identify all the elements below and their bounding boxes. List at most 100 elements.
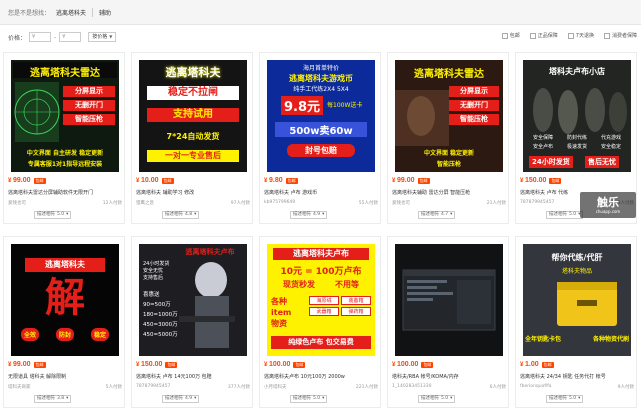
product-title[interactable]: 逃离塔科夫 24/34 钥匙 任务代打 帐号 <box>520 373 636 380</box>
price-value: 100.00 <box>397 361 419 368</box>
product-image[interactable]: 帮你代练/代肝 塔科夫物品 全年钥匙卡包 各种物资代刷 <box>523 244 631 356</box>
hot-badge: 包邮 <box>421 361 434 368</box>
filter-bar: 价格： ¥ - ¥ 按价格 ▼ 包邮 正品保障 7天退换 消费者保障 <box>0 27 641 47</box>
sales-count: 5人付款 <box>105 385 122 390</box>
checkbox-label: 7天退换 <box>575 33 594 39</box>
product-title[interactable]: 逃离塔科夫 卢布 14元100万 包赔 <box>136 373 252 380</box>
rating-value: 5.0 <box>569 212 577 217</box>
seller-name[interactable]: kb975799649 <box>264 200 295 206</box>
product-image[interactable]: 逃离塔科夫 解 全效 防封 稳定 <box>11 244 119 356</box>
banner-headline: 帮你代练/代肝 <box>551 253 603 262</box>
banner-chip: 防封 <box>55 328 74 341</box>
seller-name[interactable]: 787879945457 <box>520 200 554 206</box>
free-shipping-checkbox[interactable]: 包邮 <box>501 32 520 39</box>
site-watermark: 触乐 chuapp.com <box>580 192 636 218</box>
rating-box[interactable]: 描述相符5.0▾ <box>290 395 328 403</box>
product-card[interactable]: 海月首单特价 逃离塔科夫游戏币 纯手工代练2X4 5X4 9.8元 每100W送… <box>259 52 381 224</box>
sales-count: 6人付款 <box>489 385 506 390</box>
product-card[interactable]: ¥ 100.00 包邮 塔科夫/RBA 帐号/KOMA/内存 1_1402834… <box>387 236 509 408</box>
product-image[interactable]: 逃离塔科夫雷达 分屏显示 无删开门 智能压枪 中文界面 稳定更新 智能压枪 <box>395 60 503 172</box>
rating-box[interactable]: 描述相符5.0▾ <box>34 211 72 219</box>
rating-row: 描述相符5.0▾ <box>418 395 456 403</box>
product-title[interactable]: 逃离塔科夫 卢布 游戏币 <box>264 189 380 196</box>
banner-tag: 无删开门 <box>63 100 115 111</box>
product-title[interactable]: 逃离塔科夫辅助 雷达分屏 智能压枪 <box>392 189 508 196</box>
rating-box[interactable]: 描述相符5.0▾ <box>546 395 584 403</box>
seller-name[interactable]: 猎鹰之息 <box>136 200 154 206</box>
product-image[interactable]: 逃离塔科夫雷达 分屏显示 无删开门 智能压枪 中文界面 自主研发 稳定更新 专属… <box>11 60 119 172</box>
price-row: ¥ 100.00 包邮 <box>264 361 306 368</box>
feature-text: 安全卢布 <box>532 144 553 150</box>
chevron-down-icon: ▾ <box>194 396 197 401</box>
rating-box[interactable]: 描述相符 4.9 ▾ <box>290 211 328 219</box>
related-keyword-link[interactable]: 辅助 <box>99 8 111 17</box>
product-image[interactable]: 海月首单特价 逃离塔科夫游戏币 纯手工代练2X4 5X4 9.8元 每100W送… <box>267 60 375 172</box>
checkbox-box <box>603 32 610 39</box>
rating-box[interactable]: 描述相符 4.8 ▾ <box>162 211 200 219</box>
consumer-protection-checkbox[interactable]: 消费者保障 <box>603 32 637 39</box>
seven-day-return-checkbox[interactable]: 7天退换 <box>567 32 594 39</box>
checkbox-label: 正品保障 <box>537 33 558 39</box>
seller-name[interactable]: 787879945457 <box>136 384 170 390</box>
banner-tag: 智能压枪 <box>449 114 499 125</box>
rating-box[interactable]: 描述相符5.0▾ <box>546 211 584 219</box>
product-title[interactable]: 塔科夫/RBA 帐号/KOMA/内存 <box>392 373 508 380</box>
banner-section-title: 物资 <box>271 319 287 328</box>
meta-row: 爱钱也可 21人付款 <box>392 200 506 206</box>
product-title[interactable]: 逃离塔科夫 辅助学习 修改 <box>136 189 252 196</box>
rating-label: 描述相符 <box>165 212 183 217</box>
product-price: ¥ 1.00 <box>520 361 539 368</box>
rating-label: 描述相符 <box>549 396 567 401</box>
product-card[interactable]: 逃离塔科夫雷达 分屏显示 无删开门 智能压枪 中文界面 自主研发 稳定更新 专属… <box>3 52 125 224</box>
product-image[interactable]: 逃离塔科夫卢布 24小时发货 安全无忧 支持售后 喜惠送 90=500万 180… <box>139 244 247 356</box>
price-row: ¥ 150.00 包邮 <box>520 177 562 184</box>
hot-badge: 包邮 <box>33 177 46 184</box>
product-price: ¥ 99.00 <box>392 177 415 184</box>
product-price: ¥ 150.00 <box>520 177 546 184</box>
product-card[interactable]: 逃离塔科夫 解 全效 防封 稳定 ¥ 99.00 包邮 无限道具 塔科夫 解除限… <box>3 236 125 408</box>
meta-row: 小月塔科夫 221人付款 <box>264 384 378 390</box>
rating-row: 描述相符 3.8 ▾ <box>34 395 72 403</box>
price-row: ¥ 9.80 包邮 <box>264 177 298 184</box>
product-card[interactable]: 逃离塔科夫卢布 10元 = 100万卢布 现货秒发 不用等 各种item 物资 … <box>259 236 381 408</box>
product-image[interactable] <box>395 244 503 356</box>
rating-label: 描述相符 <box>293 396 311 401</box>
product-title[interactable]: 逃离塔科夫雷达分屏辅助软件无限开门 <box>8 189 124 196</box>
price-min-input[interactable]: ¥ <box>29 32 52 42</box>
product-image[interactable]: 逃离塔科夫卢布 10元 = 100万卢布 现货秒发 不用等 各种item 物资 … <box>267 244 375 356</box>
price-row: ¥ 99.00 包邮 <box>8 177 46 184</box>
product-card[interactable]: 逃离塔科夫 稳定不拉闸 支持试用 7*24自动发货 一对一专业售后 ¥ 10.0… <box>131 52 253 224</box>
product-image[interactable]: 塔科夫卢布小店 安全保障 防封代练 代充游戏 安全卢布 极速发货 安全稳定 24… <box>523 60 631 172</box>
product-title[interactable]: 逃离塔科夫卢布 10元100万 2000w <box>264 373 380 380</box>
banner-line: 安全无忧 <box>143 268 164 274</box>
product-card[interactable]: 逃离塔科夫卢布 24小时发货 安全无忧 支持售后 喜惠送 90=500万 180… <box>131 236 253 408</box>
seller-name[interactable]: 爱钱也可 <box>8 200 26 206</box>
price-value: 99.00 <box>13 177 31 184</box>
seller-name[interactable]: fberionquofifa <box>520 384 552 390</box>
hot-badge: 包邮 <box>165 361 178 368</box>
rating-box[interactable]: 描述相符 4.9 ▾ <box>162 395 200 403</box>
chevron-down-icon: ▾ <box>450 212 453 217</box>
product-title[interactable]: 无限道具 塔科夫 解除限制 <box>8 373 124 380</box>
sales-count: 221人付款 <box>355 385 378 390</box>
product-card[interactable]: 帮你代练/代肝 塔科夫物品 全年钥匙卡包 各种物资代刷 ¥ 1.00 包邮 逃离… <box>515 236 637 408</box>
rating-box[interactable]: 描述相符5.0▾ <box>418 395 456 403</box>
banner-chip: 海原绒 <box>309 296 339 305</box>
product-image[interactable]: 逃离塔科夫 稳定不拉闸 支持试用 7*24自动发货 一对一专业售后 <box>139 60 247 172</box>
checkbox-box <box>567 32 574 39</box>
price-max-input[interactable]: ¥ <box>59 32 82 42</box>
chevron-down-icon: ▾ <box>66 396 69 401</box>
seller-name[interactable]: 爱钱也可 <box>392 200 410 206</box>
product-card[interactable]: 逃离塔科夫雷达 分屏显示 无删开门 智能压枪 中文界面 稳定更新 智能压枪 ¥ … <box>387 52 509 224</box>
sort-select[interactable]: 按价格 ▼ <box>88 32 117 42</box>
banner-price-line: 10元 = 100万卢布 <box>280 267 362 277</box>
seller-name[interactable]: 1_140283451330 <box>392 384 431 390</box>
seller-name[interactable]: 塔科夫商家 <box>8 384 31 390</box>
rating-box[interactable]: 描述相符 4.7 ▾ <box>418 211 456 219</box>
rating-box[interactable]: 描述相符 3.8 ▾ <box>34 395 72 403</box>
seller-name[interactable]: 小月塔科夫 <box>264 384 287 390</box>
price-row: ¥ 99.00 包邮 <box>392 177 430 184</box>
keyword-link[interactable]: 逃离塔科夫 <box>56 8 86 17</box>
genuine-guarantee-checkbox[interactable]: 正品保障 <box>529 32 558 39</box>
rating-label: 描述相符 <box>37 396 55 401</box>
